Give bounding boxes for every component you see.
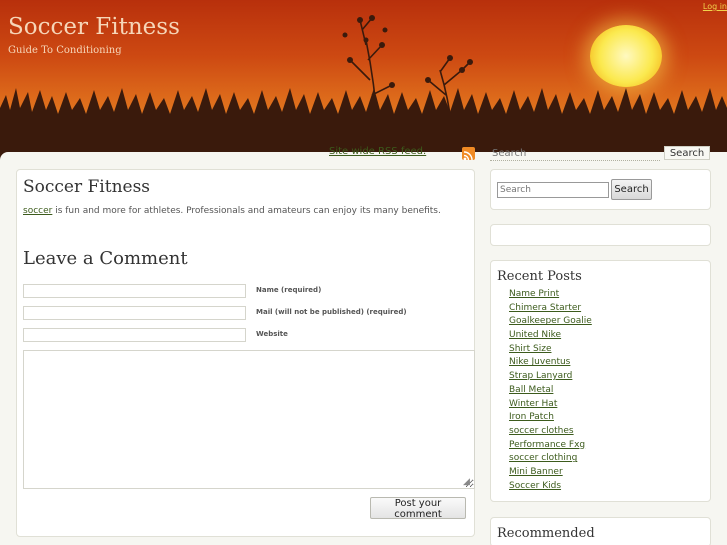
list-item: Mini Banner: [509, 466, 592, 480]
list-item: Iron Patch: [509, 411, 592, 425]
recent-post-link[interactable]: Goalkeeper Goalie: [509, 316, 592, 326]
list-item: soccer clothing: [509, 452, 592, 466]
rss-icon[interactable]: [462, 147, 475, 161]
list-item: Nike Juventus: [509, 356, 592, 370]
site-tagline: Guide To Conditioning: [8, 45, 122, 56]
list-item: Performance Fxg: [509, 439, 592, 453]
comment-heading: Leave a Comment: [23, 248, 188, 269]
top-search-button[interactable]: Search: [664, 146, 710, 160]
top-search-input[interactable]: [490, 146, 660, 161]
sidebar-search-input[interactable]: [497, 182, 609, 198]
soccer-link[interactable]: soccer: [23, 206, 52, 216]
name-label: Name (required): [256, 286, 322, 294]
sidebar-search-button[interactable]: Search: [611, 179, 652, 200]
site-title[interactable]: Soccer Fitness: [8, 14, 180, 40]
recommended-heading: Recommended: [497, 526, 595, 541]
post-title: Soccer Fitness: [23, 177, 151, 197]
site-header: Soccer Fitness Guide To Conditioning Log…: [0, 0, 727, 160]
website-field[interactable]: [23, 328, 246, 342]
recent-post-link[interactable]: Performance Fxg: [509, 440, 585, 450]
name-field[interactable]: [23, 284, 246, 298]
email-field[interactable]: [23, 306, 246, 320]
recent-posts-list: Name Print Chimera Starter Goalkeeper Go…: [509, 288, 592, 493]
recent-post-link[interactable]: Iron Patch: [509, 412, 554, 422]
recent-post-link[interactable]: Chimera Starter: [509, 303, 581, 313]
list-item: Name Print: [509, 288, 592, 302]
website-label: Website: [256, 330, 288, 338]
list-item: United Nike: [509, 329, 592, 343]
recent-post-link[interactable]: Winter Hat: [509, 399, 557, 409]
login-link[interactable]: Log in: [703, 2, 727, 11]
list-item: Shirt Size: [509, 343, 592, 357]
post-body-text: is fun and more for athletes. Profession…: [52, 206, 441, 216]
recent-post-link[interactable]: Name Print: [509, 289, 559, 299]
post-comment-button[interactable]: Post your comment: [370, 497, 466, 520]
recent-post-link[interactable]: Shirt Size: [509, 344, 551, 354]
list-item: Chimera Starter: [509, 302, 592, 316]
recent-post-link[interactable]: Mini Banner: [509, 467, 563, 477]
comment-textarea[interactable]: [23, 350, 475, 489]
recent-post-link[interactable]: Soccer Kids: [509, 481, 561, 491]
recent-post-link[interactable]: soccer clothes: [509, 426, 574, 436]
recent-post-link[interactable]: United Nike: [509, 330, 561, 340]
recent-post-link[interactable]: Strap Lanyard: [509, 371, 572, 381]
recent-posts-heading: Recent Posts: [497, 269, 582, 284]
post-text: soccer is fun and more for athletes. Pro…: [23, 206, 441, 216]
list-item: Winter Hat: [509, 398, 592, 412]
list-item: Soccer Kids: [509, 480, 592, 494]
rss-feed-link[interactable]: Site wide RSS feed.: [329, 146, 426, 157]
list-item: Ball Metal: [509, 384, 592, 398]
sidebar-empty-card: [490, 224, 711, 246]
email-label: Mail (will not be published) (required): [256, 308, 407, 316]
recent-post-link[interactable]: Ball Metal: [509, 385, 553, 395]
recent-post-link[interactable]: Nike Juventus: [509, 357, 570, 367]
list-item: Strap Lanyard: [509, 370, 592, 384]
resize-grip-icon[interactable]: ◢: [463, 477, 470, 487]
list-item: Goalkeeper Goalie: [509, 315, 592, 329]
list-item: soccer clothes: [509, 425, 592, 439]
recent-post-link[interactable]: soccer clothing: [509, 453, 577, 463]
